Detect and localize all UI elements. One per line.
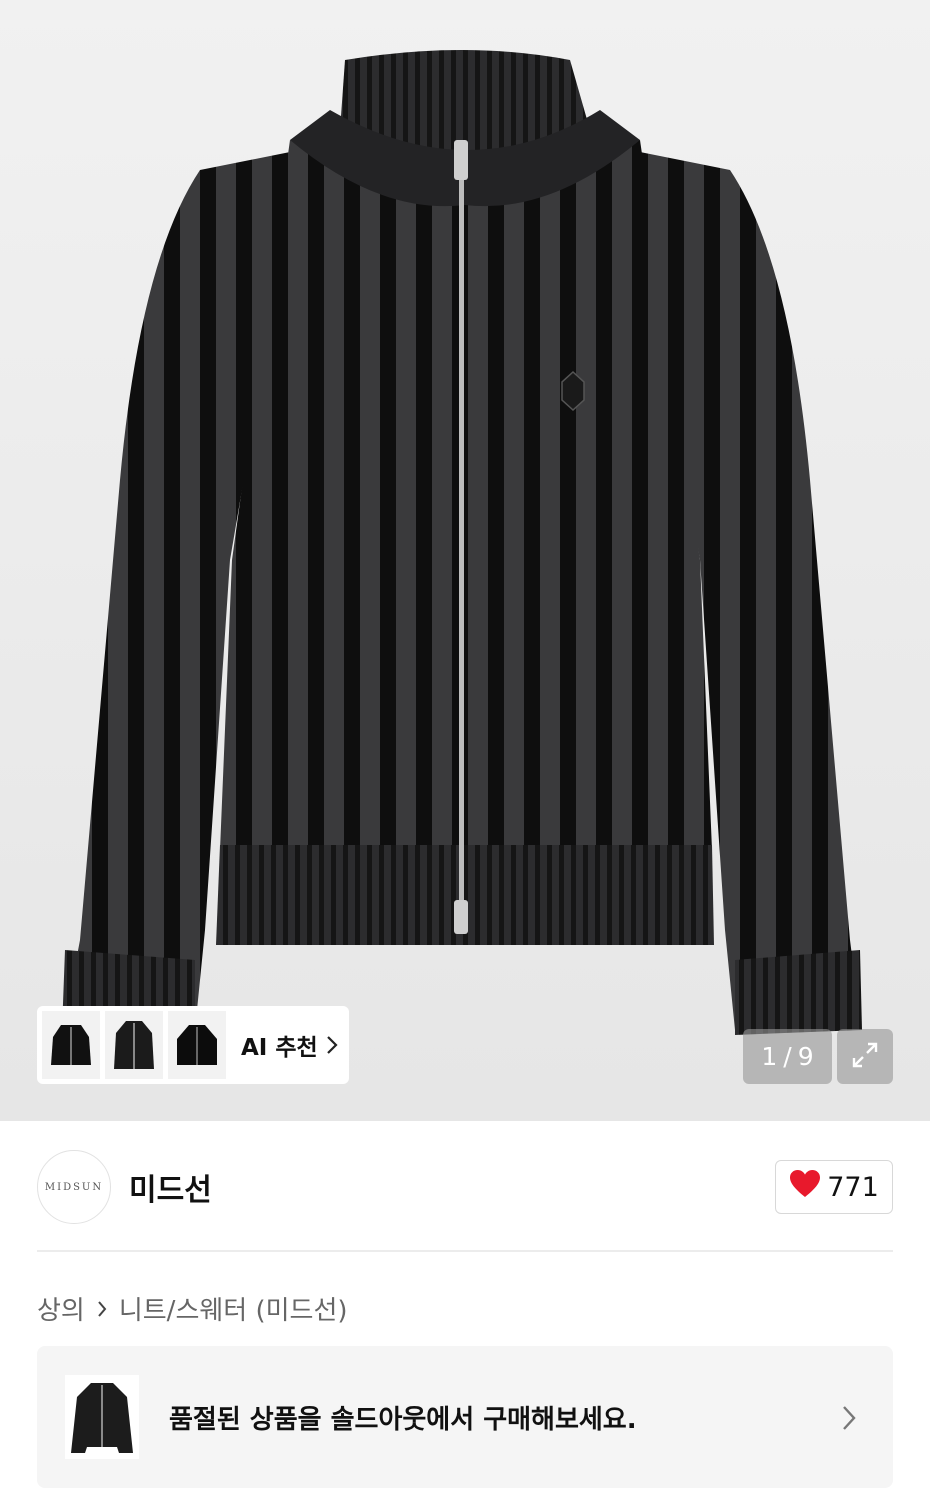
soldout-thumbnail — [65, 1375, 139, 1459]
chevron-right-icon — [841, 1404, 857, 1436]
soldout-banner[interactable]: 품절된 상품을 솔드아웃에서 구매해보세요. — [37, 1346, 893, 1488]
breadcrumb-category[interactable]: 상의 — [37, 1290, 85, 1327]
image-counter-current: 1 — [761, 1042, 778, 1071]
ai-thumbnail[interactable] — [168, 1011, 226, 1079]
divider — [37, 1250, 893, 1252]
image-counter-total: 9 — [797, 1042, 814, 1071]
brand-logo-text: MIDSUN — [44, 1181, 104, 1193]
ai-recommend-link[interactable]: AI 추천 — [241, 1028, 338, 1062]
image-counter-separator: / — [783, 1042, 792, 1071]
ai-recommend-label: AI 추천 — [241, 1035, 318, 1061]
brand-row: MIDSUN 미드선 771 — [37, 1150, 893, 1224]
brand-name[interactable]: 미드선 — [129, 1165, 212, 1209]
soldout-banner-text: 품절된 상품을 솔드아웃에서 구매해보세요. — [169, 1404, 637, 1435]
breadcrumb-subcategory[interactable]: 니트/스웨터 (미드선) — [119, 1290, 348, 1327]
chevron-right-icon — [326, 1035, 338, 1055]
image-counter: 1 / 9 — [743, 1029, 832, 1084]
product-image-gallery[interactable]: AI 추천 1 / 9 — [0, 0, 930, 1121]
expand-button[interactable] — [837, 1029, 893, 1084]
like-count: 771 — [827, 1171, 879, 1203]
heart-icon — [789, 1169, 827, 1206]
ai-recommendation-strip[interactable]: AI 추천 — [37, 1006, 349, 1084]
product-photo — [62, 50, 862, 1035]
ai-thumbnail[interactable] — [105, 1011, 163, 1079]
like-button[interactable]: 771 — [775, 1160, 893, 1214]
expand-icon — [850, 1040, 880, 1074]
breadcrumb: 상의 니트/스웨터 (미드선) — [37, 1290, 348, 1327]
brand-logo[interactable]: MIDSUN — [37, 1150, 111, 1224]
ai-thumbnail[interactable] — [42, 1011, 100, 1079]
chevron-right-icon — [97, 1300, 107, 1318]
